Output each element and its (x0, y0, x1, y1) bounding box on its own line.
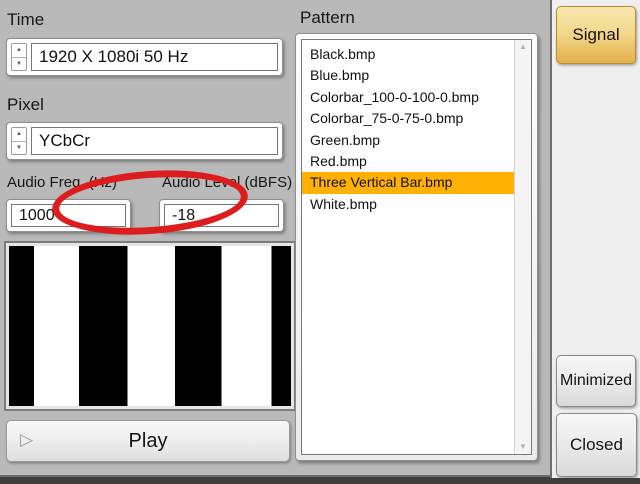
audio-freq-value[interactable]: 1000 (11, 204, 126, 227)
pixel-label: Pixel (7, 95, 44, 115)
time-value[interactable]: 1920 X 1080i 50 Hz (31, 43, 278, 71)
closed-button-label: Closed (570, 435, 623, 455)
pattern-list-item[interactable]: Blue.bmp (302, 65, 514, 86)
spinner-down-icon[interactable]: ▼ (12, 142, 26, 155)
signal-button-label: Signal (572, 25, 619, 45)
spinner-up-icon[interactable]: ▲ (12, 44, 26, 58)
signal-generator-window: Time ▲ ▼ 1920 X 1080i 50 Hz Pixel ▲ ▼ YC… (0, 0, 640, 484)
closed-button[interactable]: Closed (556, 413, 637, 477)
pattern-list-item[interactable]: Black.bmp (302, 44, 514, 65)
pattern-list-item[interactable]: Green.bmp (302, 130, 514, 151)
time-label: Time (7, 10, 44, 30)
audio-freq-label: Audio Freq. (Hz) (7, 174, 117, 191)
play-button[interactable]: ▷ Play (6, 420, 290, 462)
pattern-list-item[interactable]: White.bmp (302, 194, 514, 215)
audio-freq-field[interactable]: 1000 (6, 199, 131, 232)
audio-level-field[interactable]: -18 (159, 199, 284, 232)
pattern-listbox: Black.bmp Blue.bmp Colorbar_100-0-100-0.… (295, 33, 538, 461)
pixel-combobox[interactable]: ▲ ▼ YCbCr (6, 122, 283, 160)
play-icon: ▷ (20, 430, 33, 450)
spinner-down-icon[interactable]: ▼ (12, 58, 26, 71)
pattern-listbox-inner: Black.bmp Blue.bmp Colorbar_100-0-100-0.… (301, 39, 532, 455)
minimized-button[interactable]: Minimized (556, 355, 636, 407)
audio-level-value[interactable]: -18 (164, 204, 279, 227)
pixel-spinner[interactable]: ▲ ▼ (11, 127, 27, 155)
pattern-list-item[interactable]: Three Vertical Bar.bmp (302, 172, 514, 193)
pattern-preview-frame (4, 241, 296, 411)
time-combobox[interactable]: ▲ ▼ 1920 X 1080i 50 Hz (6, 38, 283, 76)
spinner-up-icon[interactable]: ▲ (12, 128, 26, 142)
scroll-down-icon[interactable]: ▼ (519, 443, 527, 451)
pattern-list-item[interactable]: Colorbar_75-0-75-0.bmp (302, 108, 514, 129)
vertical-bars-preview (9, 246, 291, 406)
time-spinner[interactable]: ▲ ▼ (11, 43, 27, 71)
minimized-button-label: Minimized (560, 372, 632, 390)
pattern-list-scrollbar[interactable]: ▲ ▼ (514, 40, 531, 454)
pattern-label: Pattern (300, 8, 355, 28)
scroll-up-icon[interactable]: ▲ (519, 43, 527, 51)
signal-button[interactable]: Signal (556, 6, 636, 64)
audio-level-label: Audio Level (dBFS) (162, 174, 292, 191)
pattern-list-item[interactable]: Colorbar_100-0-100-0.bmp (302, 87, 514, 108)
pattern-list: Black.bmp Blue.bmp Colorbar_100-0-100-0.… (302, 40, 514, 454)
pattern-list-item[interactable]: Red.bmp (302, 151, 514, 172)
play-button-label: Play (129, 430, 168, 453)
pixel-value[interactable]: YCbCr (31, 127, 278, 155)
